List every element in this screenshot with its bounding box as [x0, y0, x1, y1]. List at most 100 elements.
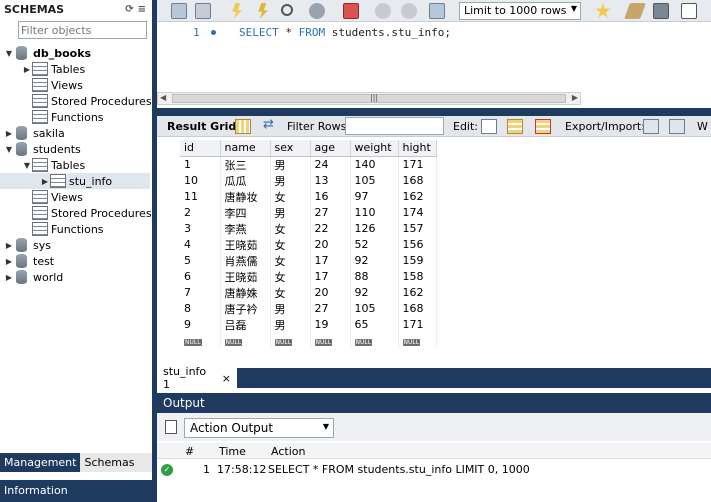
null-cell-sex[interactable]: NULL — [270, 332, 311, 348]
cell-sex[interactable]: 男 — [270, 316, 311, 333]
cell-id[interactable]: 1 — [180, 156, 221, 173]
column-header-id[interactable]: id — [180, 140, 221, 157]
cell-weight[interactable]: 126 — [350, 220, 399, 237]
table-row[interactable]: 1 张三男 24 140 171 — [180, 156, 437, 173]
cell-sex[interactable]: 女 — [270, 236, 311, 253]
expand-arrow-icon[interactable]: ▶ — [22, 65, 32, 74]
cell-age[interactable]: 27 — [310, 300, 351, 317]
cell-weight[interactable]: 105 — [350, 172, 399, 189]
cell-name[interactable]: 李燕 — [220, 220, 271, 237]
cell-name[interactable]: 吕磊 — [220, 316, 271, 333]
cell-weight[interactable]: 97 — [350, 188, 399, 205]
scroll-left-icon[interactable]: ◀ — [160, 93, 166, 102]
table-row[interactable]: 5 肖燕儒女 17 92 159 — [180, 252, 437, 269]
cell-age[interactable]: 22 — [310, 220, 351, 237]
null-cell-name[interactable]: NULL — [220, 332, 271, 348]
table-row[interactable]: 8 唐子衿男 27 105 168 — [180, 300, 437, 317]
wrap-cell-label[interactable]: W — [697, 120, 708, 133]
cell-age[interactable]: 20 — [310, 236, 351, 253]
cell-id[interactable]: 10 — [180, 172, 221, 189]
bookmark-star-icon[interactable] — [595, 3, 611, 18]
column-header-age[interactable]: age — [310, 140, 351, 157]
cell-age[interactable]: 19 — [310, 316, 351, 333]
open-folder-icon[interactable] — [171, 3, 187, 19]
cell-age[interactable]: 27 — [310, 204, 351, 221]
sql-text[interactable]: SELECT * FROM students.stu_info; — [239, 26, 451, 39]
cell-name[interactable]: 张三 — [220, 156, 271, 173]
cell-weight[interactable]: 88 — [350, 268, 399, 285]
schema-world[interactable]: ▶ world — [4, 269, 63, 285]
column-header-weight[interactable]: weight — [350, 140, 399, 157]
cell-weight[interactable]: 105 — [350, 300, 399, 317]
cell-sex[interactable]: 男 — [270, 156, 311, 173]
refresh-arrows-icon[interactable]: ⇄ — [263, 117, 279, 132]
cell-sex[interactable]: 女 — [270, 220, 311, 237]
cell-hight[interactable]: 168 — [398, 172, 437, 189]
cell-id[interactable]: 5 — [180, 252, 221, 269]
cell-weight[interactable]: 140 — [350, 156, 399, 173]
cell-sex[interactable]: 男 — [270, 300, 311, 317]
cell-id[interactable]: 9 — [180, 316, 221, 333]
cell-name[interactable]: 唐子衿 — [220, 300, 271, 317]
cell-name[interactable]: 肖燕儒 — [220, 252, 271, 269]
beautify-brush-icon[interactable] — [624, 3, 646, 19]
stop-icon[interactable] — [309, 3, 325, 19]
tree-item-views[interactable]: Views — [32, 77, 83, 93]
export-icon[interactable] — [643, 119, 659, 134]
collapse-icon[interactable]: ≡ — [138, 4, 146, 15]
expand-arrow-icon[interactable]: ▶ — [40, 177, 50, 186]
table-row[interactable]: 6 王晓茹女 17 88 158 — [180, 268, 437, 285]
null-cell-weight[interactable]: NULL — [350, 332, 399, 348]
cell-weight[interactable]: 110 — [350, 204, 399, 221]
cell-hight[interactable]: 159 — [398, 252, 437, 269]
cell-id[interactable]: 4 — [180, 236, 221, 253]
cell-hight[interactable]: 171 — [398, 316, 437, 333]
cell-weight[interactable]: 92 — [350, 252, 399, 269]
tree-item-functions[interactable]: Functions — [32, 221, 104, 237]
cell-name[interactable]: 瓜瓜 — [220, 172, 271, 189]
execute-current-icon[interactable] — [258, 3, 268, 19]
schema-sys[interactable]: ▶ sys — [4, 237, 51, 253]
cell-hight[interactable]: 158 — [398, 268, 437, 285]
cell-id[interactable]: 3 — [180, 220, 221, 237]
scroll-right-icon[interactable]: ▶ — [572, 93, 578, 102]
null-cell-hight[interactable]: NULL — [398, 332, 437, 348]
collapse-arrow-icon[interactable]: ▼ — [22, 161, 32, 170]
tree-item-tables[interactable]: ▶ Tables — [22, 61, 85, 77]
cell-sex[interactable]: 男 — [270, 204, 311, 221]
cell-name[interactable]: 王晓茹 — [220, 236, 271, 253]
table-row[interactable]: 7 唐静姝女 20 92 162 — [180, 284, 437, 301]
tree-item-stored-procedures[interactable]: Stored Procedures — [32, 205, 152, 221]
execute-lightning-icon[interactable] — [232, 3, 242, 19]
output-type-select[interactable]: Action Output ▼ — [184, 418, 334, 438]
cell-name[interactable]: 李四 — [220, 204, 271, 221]
table-row[interactable]: 10 瓜瓜男 13 105 168 — [180, 172, 437, 189]
scrollbar-thumb[interactable] — [172, 94, 566, 103]
cell-sex[interactable]: 女 — [270, 284, 311, 301]
close-icon[interactable]: × — [222, 372, 231, 385]
cell-age[interactable]: 17 — [310, 268, 351, 285]
table-row[interactable]: 11 唐静妆女 16 97 162 — [180, 188, 437, 205]
cell-hight[interactable]: 168 — [398, 300, 437, 317]
cell-hight[interactable]: 157 — [398, 220, 437, 237]
table-row[interactable]: 4 王晓茹女 20 52 156 — [180, 236, 437, 253]
tab-schemas[interactable]: Schemas — [80, 453, 138, 472]
output-grid[interactable]: # Time Action ✓ 1 17:58:12 SELECT * FROM… — [157, 441, 711, 502]
cell-id[interactable]: 6 — [180, 268, 221, 285]
tree-item-views[interactable]: Views — [32, 189, 83, 205]
commit-icon[interactable] — [375, 3, 391, 19]
tree-item-stu-info[interactable]: ▶ stu_info — [0, 173, 150, 189]
cell-sex[interactable]: 女 — [270, 268, 311, 285]
editor-horizontal-scrollbar[interactable]: ◀ ||| ▶ — [157, 92, 581, 105]
copy-output-icon[interactable] — [165, 420, 177, 434]
cell-sex[interactable]: 女 — [270, 252, 311, 269]
cell-hight[interactable]: 162 — [398, 188, 437, 205]
invisible-chars-icon[interactable] — [681, 3, 697, 19]
schema-students[interactable]: ▼ students — [4, 141, 81, 157]
expand-arrow-icon[interactable]: ▶ — [4, 129, 14, 138]
tree-item-stored-procedures[interactable]: Stored Procedures — [32, 93, 152, 109]
edit-row-icon[interactable] — [481, 119, 497, 134]
cell-age[interactable]: 24 — [310, 156, 351, 173]
grid-view-icon[interactable] — [235, 119, 251, 134]
table-row[interactable]: 9 吕磊男 19 65 171 — [180, 316, 437, 333]
